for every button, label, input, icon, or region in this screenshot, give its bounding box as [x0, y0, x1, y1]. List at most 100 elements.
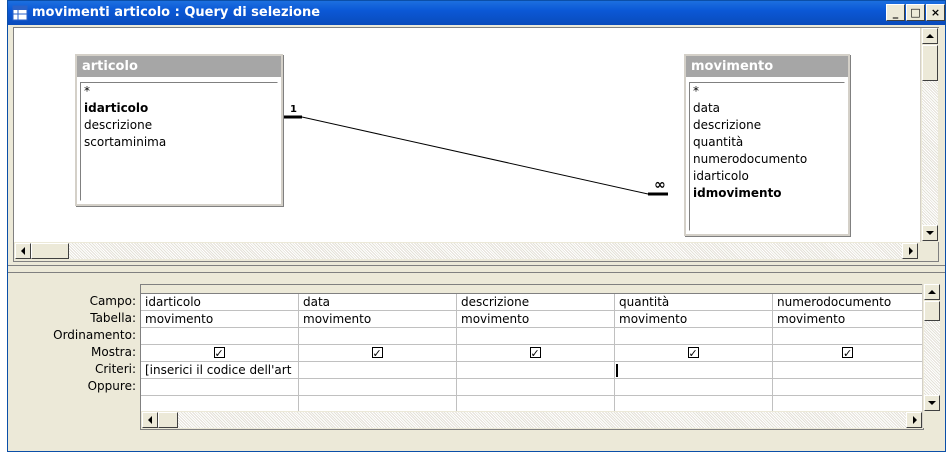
grid-column: numerodocumento movimento — [773, 294, 923, 429]
field-item[interactable]: data — [690, 100, 844, 117]
cell-mostra[interactable] — [299, 345, 456, 362]
query-icon — [12, 5, 28, 21]
scroll-right-button[interactable] — [906, 412, 922, 428]
field-item[interactable]: quantità — [690, 134, 844, 151]
arrow-down-icon — [928, 401, 936, 405]
grid-horizontal-scrollbar[interactable] — [141, 411, 923, 429]
upper-horizontal-scrollbar[interactable] — [14, 242, 938, 261]
cell-criteri[interactable] — [299, 362, 456, 379]
cell-campo[interactable]: idarticolo — [141, 294, 298, 311]
cell-mostra[interactable] — [141, 345, 298, 362]
cell-campo[interactable]: data — [299, 294, 456, 311]
scroll-thumb[interactable] — [924, 301, 940, 321]
grid-column: data movimento — [299, 294, 457, 429]
field-item[interactable]: scortaminima — [81, 134, 277, 151]
field-item[interactable]: idarticolo — [690, 168, 844, 185]
show-checkbox[interactable] — [529, 345, 541, 361]
cell-criteri[interactable] — [615, 362, 772, 379]
arrow-right-icon — [909, 247, 913, 255]
scroll-left-button[interactable] — [15, 243, 31, 259]
field-item-key[interactable]: idarticolo — [81, 100, 277, 117]
field-item[interactable]: descrizione — [81, 117, 277, 134]
table-articolo[interactable]: articolo * idarticolo descrizione scorta… — [75, 54, 283, 206]
field-item-key[interactable]: idmovimento — [690, 185, 844, 202]
table-articolo-title[interactable]: articolo — [77, 56, 281, 77]
scroll-up-button[interactable] — [924, 284, 940, 300]
maximize-button[interactable]: □ — [906, 4, 925, 21]
close-icon: × — [930, 6, 941, 19]
cell-oppure[interactable] — [773, 379, 923, 396]
scroll-track[interactable] — [922, 81, 938, 225]
arrow-up-icon — [928, 290, 936, 294]
cell-criteri[interactable] — [457, 362, 614, 379]
cell-oppure[interactable] — [615, 379, 772, 396]
cell-oppure[interactable] — [299, 379, 456, 396]
arrow-up-icon — [926, 34, 934, 38]
cell-campo[interactable]: numerodocumento — [773, 294, 923, 311]
field-item[interactable]: * — [81, 83, 277, 100]
cell-ordinamento[interactable] — [457, 328, 614, 345]
scroll-left-button[interactable] — [142, 412, 158, 428]
scroll-down-button[interactable] — [922, 225, 938, 241]
scroll-track[interactable] — [178, 412, 906, 428]
scroll-track[interactable] — [69, 243, 902, 259]
row-label-campo: Campo: — [89, 294, 136, 308]
column-selector-row[interactable] — [141, 285, 923, 294]
pane-splitter[interactable] — [8, 265, 945, 273]
text-cursor — [616, 364, 618, 377]
table-diagram-pane[interactable]: 1 ∞ articolo * idarticolo descrizione sc… — [13, 27, 939, 262]
cell-ordinamento[interactable] — [773, 328, 923, 345]
scroll-thumb[interactable] — [31, 243, 69, 259]
row-label-mostra: Mostra: — [91, 345, 136, 359]
scroll-right-button[interactable] — [902, 243, 918, 259]
scroll-up-button[interactable] — [922, 28, 938, 44]
cell-tabella[interactable]: movimento — [615, 311, 772, 328]
grid-column: descrizione movimento — [457, 294, 615, 429]
row-label-oppure: Oppure: — [87, 379, 136, 393]
cell-ordinamento[interactable] — [141, 328, 298, 345]
arrow-left-icon — [148, 416, 152, 424]
cell-mostra[interactable] — [457, 345, 614, 362]
cell-oppure[interactable] — [141, 379, 298, 396]
minimize-icon: _ — [892, 6, 899, 19]
scroll-thumb[interactable] — [922, 45, 938, 81]
cell-ordinamento[interactable] — [615, 328, 772, 345]
table-articolo-fields: * idarticolo descrizione scortaminima — [80, 82, 278, 201]
cell-campo[interactable]: descrizione — [457, 294, 614, 311]
cell-tabella[interactable]: movimento — [773, 311, 923, 328]
arrow-down-icon — [926, 231, 934, 235]
cell-mostra[interactable] — [615, 345, 772, 362]
table-movimento-title[interactable]: movimento — [686, 56, 848, 77]
show-checkbox[interactable] — [842, 345, 853, 361]
arrow-left-icon — [21, 247, 25, 255]
upper-vertical-scrollbar[interactable] — [920, 28, 939, 242]
close-button[interactable]: × — [926, 4, 945, 21]
cell-tabella[interactable]: movimento — [299, 311, 456, 328]
cell-ordinamento[interactable] — [299, 328, 456, 345]
field-item[interactable]: numerodocumento — [690, 151, 844, 168]
cell-mostra[interactable] — [773, 345, 923, 362]
show-checkbox[interactable] — [687, 345, 699, 361]
scroll-down-button[interactable] — [924, 395, 940, 411]
table-movimento-fields: * data descrizione quantità numerodocume… — [689, 82, 845, 231]
table-movimento[interactable]: movimento * data descrizione quantità nu… — [684, 54, 850, 236]
field-item[interactable]: descrizione — [690, 117, 844, 134]
scroll-track[interactable] — [924, 321, 940, 395]
show-checkbox[interactable] — [371, 345, 383, 361]
grid-column: idarticolo movimento [inserici il codice… — [141, 294, 299, 429]
cell-campo[interactable]: quantità — [615, 294, 772, 311]
field-item[interactable]: * — [690, 83, 844, 100]
title-bar[interactable]: movimenti articolo : Query di selezione … — [8, 1, 945, 25]
minimize-button[interactable]: _ — [886, 4, 905, 21]
cell-criteri[interactable] — [773, 362, 923, 379]
design-grid-pane: Campo: Tabella: Ordinamento: Mostra: Cri… — [13, 276, 941, 438]
row-labels: Campo: Tabella: Ordinamento: Mostra: Cri… — [13, 293, 139, 395]
cell-criteri[interactable]: [inserici il codice dell'art — [141, 362, 298, 379]
cell-tabella[interactable]: movimento — [141, 311, 298, 328]
cell-oppure[interactable] — [457, 379, 614, 396]
query-design-grid: idarticolo movimento [inserici il codice… — [140, 284, 924, 430]
grid-vertical-scrollbar[interactable] — [922, 284, 941, 428]
show-checkbox[interactable] — [213, 345, 225, 361]
cell-tabella[interactable]: movimento — [457, 311, 614, 328]
scroll-thumb[interactable] — [158, 412, 178, 428]
